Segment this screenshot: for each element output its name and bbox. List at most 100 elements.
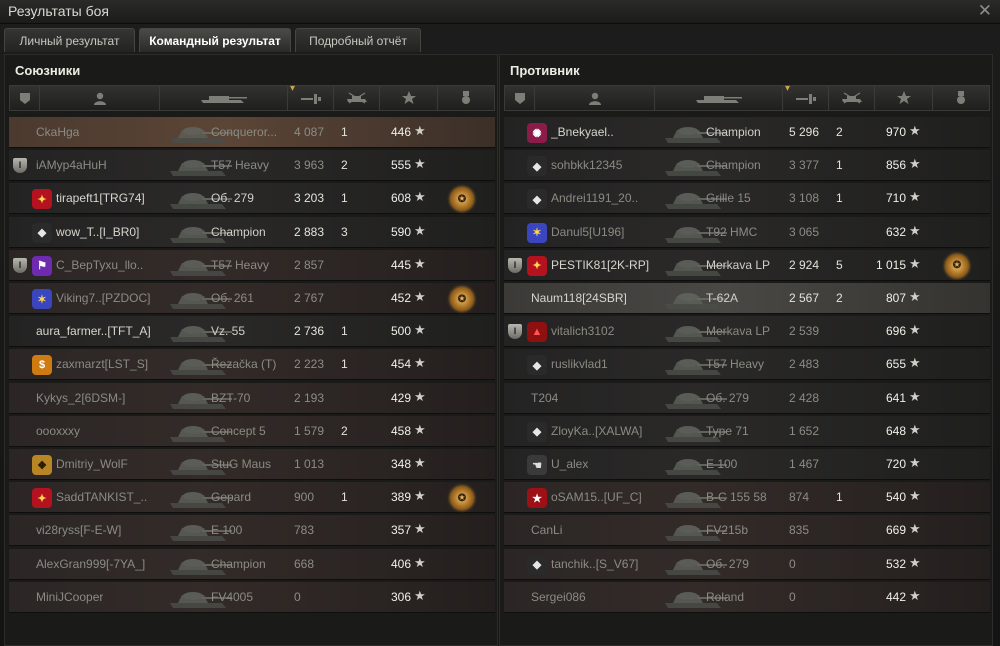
player-row[interactable]: I ✦ PESTIK81[2K-RP] Merkava LP 2 924 5 1 015 ★ ✪ [504, 249, 990, 281]
xp-value: 357 [390, 523, 411, 538]
damage-value: 1 013 [294, 457, 325, 471]
player-row[interactable]: aura_farmer..[TFT_A] Vz. 55 2 736 1 500 ★ [9, 316, 495, 348]
player-row[interactable]: ✦ tirapeft1[TRG74] Об. 279 3 203 1 608 ★ ✪ [9, 183, 495, 215]
xp-column-icon[interactable] [380, 86, 438, 110]
player-name: AlexGran999[-7YA_] [36, 556, 146, 571]
xp-value: 608 [390, 191, 411, 206]
player-row[interactable]: ☚ U_alex E 100 1 467 720 ★ [504, 449, 990, 480]
medal-column-icon[interactable] [438, 86, 494, 110]
xp-value: 532 [885, 556, 906, 571]
vehicle-name: Roland [706, 589, 745, 604]
player-row[interactable]: ◆ ruslikvlad1 T57 Heavy 2 483 655 ★ [504, 349, 990, 381]
star-icon: ★ [909, 189, 921, 205]
damage-value: 2 428 [789, 390, 820, 405]
player-name: CanLi [531, 523, 563, 538]
player-name: Danul5[U196] [551, 224, 625, 239]
player-row[interactable]: ✺ _Bnekyael.. Champion 5 296 2 970 ★ [504, 117, 990, 148]
player-row[interactable]: ❖ Dmitriy_WolF StuG Maus 1 013 348 ★ [9, 449, 495, 480]
vehicle-column-icon[interactable] [160, 86, 288, 110]
star-icon: ★ [414, 421, 426, 437]
clan-emblem-hand-icon: ☚ [527, 455, 547, 475]
tab-team-result[interactable]: Командный результат [139, 28, 291, 52]
player-row[interactable]: ◆ wow_T..[I_BR0] Champion 2 883 3 590 ★ [9, 216, 495, 248]
player-row[interactable]: ✶ Viking7..[PZDOC] Об. 261 2 767 452 ★ ✪ [9, 283, 495, 314]
player-row[interactable]: Naum118[24SBR] T-62A 2 567 2 807 ★ [504, 283, 990, 314]
player-name: iAMyp4aHuH [36, 158, 107, 173]
player-row[interactable]: AlexGran999[-7YA_] Champion 668 406 ★ [9, 548, 495, 580]
star-icon: ★ [909, 488, 921, 504]
player-row[interactable]: ✶ Danul5[U196] T92 HMC 3 065 632 ★ [504, 216, 990, 248]
player-row[interactable]: T204 Об. 279 2 428 641 ★ [504, 382, 990, 414]
close-icon[interactable]: ✕ [978, 1, 992, 21]
player-row[interactable]: I ▲ vitalich3102 Merkava LP 2 539 696 ★ [504, 316, 990, 348]
player-column-icon[interactable] [535, 86, 655, 110]
medal-icon[interactable]: ✪ [450, 287, 474, 311]
tab-personal-result[interactable]: Личный результат [4, 28, 135, 52]
player-row[interactable]: CanLi FV215b 835 669 ★ [504, 515, 990, 547]
player-row[interactable]: $ zaxmarzt[LST_S] Řezačka (T) 2 223 1 454 ★ [9, 349, 495, 381]
vehicle-name: Grille 15 [706, 191, 751, 206]
damage-value: 0 [789, 556, 796, 571]
player-name: wow_T..[I_BR0] [56, 224, 140, 239]
player-row[interactable]: ✦ SaddTANKIST_.. Gepard 900 1 389 ★ ✪ [9, 482, 495, 514]
badge-column-icon[interactable] [505, 86, 535, 110]
player-row[interactable]: Kykys_2[6DSM-] BZT-70 2 193 429 ★ [9, 382, 495, 414]
xp-value: 429 [390, 390, 411, 405]
star-icon: ★ [414, 189, 426, 205]
clan-emblem-red-icon: ✦ [32, 189, 52, 210]
damage-value: 0 [789, 589, 796, 604]
player-row[interactable]: ★ oSAM15..[UF_C] B-C 155 58 874 1 540 ★ [504, 482, 990, 514]
damage-column-icon[interactable] [783, 83, 829, 110]
xp-value: 348 [390, 457, 411, 471]
tab-detailed-report[interactable]: Подробный отчёт [295, 28, 421, 52]
damage-value: 1 652 [789, 423, 820, 438]
vehicle-name: Merkava LP [706, 324, 771, 339]
xp-column-icon[interactable] [875, 86, 933, 110]
player-name: PESTIK81[2K-RP] [551, 257, 650, 272]
star-icon: ★ [909, 123, 921, 138]
kills-column-icon[interactable] [334, 86, 380, 110]
vehicle-name: FV215b [706, 523, 749, 538]
medal-icon[interactable]: ✪ [450, 486, 474, 511]
star-icon: ★ [909, 388, 921, 404]
medal-column-icon[interactable] [933, 86, 989, 110]
vehicle-name: Об. 279 [706, 556, 749, 571]
damage-value: 2 483 [789, 357, 820, 372]
player-row[interactable]: ◆ ZloyKa..[XALWA] Type 71 1 652 648 ★ [504, 415, 990, 447]
vehicle-name: Concept 5 [211, 423, 266, 438]
clan-emblem-diamond-icon: ◆ [527, 355, 547, 376]
star-icon: ★ [414, 554, 426, 570]
player-row[interactable]: ◆ sohbkk12345 Champion 3 377 1 856 ★ [504, 150, 990, 182]
player-row[interactable]: CkaHga Conqueror... 4 087 1 446 ★ [9, 117, 495, 148]
player-row[interactable]: ◆ Andrei1191_20.. Grille 15 3 108 1 710 ★ [504, 183, 990, 215]
xp-value: 406 [390, 556, 411, 571]
enemies-title: Противник [510, 63, 580, 78]
kills-column-icon[interactable] [829, 86, 875, 110]
clan-emblem-warning-icon: ▲ [527, 322, 547, 343]
player-row[interactable]: oooxxxy Concept 51 579 2 458 ★ [9, 415, 495, 447]
xp-value: 720 [885, 457, 906, 471]
xp-value: 555 [390, 158, 411, 173]
player-row[interactable]: vi28ryss[F-E-W] E 100 783 357 ★ [9, 515, 495, 547]
star-icon: ★ [909, 222, 921, 238]
damage-value: 3 065 [789, 224, 820, 239]
vehicle-column-icon[interactable] [655, 86, 783, 110]
star-icon: ★ [414, 455, 426, 470]
vehicle-name: Type 71 [706, 423, 749, 438]
player-row[interactable]: ◆ tanchik..[S_V67] Об. 279 0 532 ★ [504, 548, 990, 580]
player-row[interactable]: I ⚑ C_BepTyxu_llo.. T57 Heavy 2 857 445 ★ [9, 249, 495, 281]
medal-icon[interactable]: ✪ [945, 253, 969, 278]
medal-icon[interactable]: ✪ [450, 187, 474, 212]
player-column-icon[interactable] [40, 86, 160, 110]
damage-value: 2 857 [294, 257, 325, 272]
xp-value: 696 [885, 324, 906, 339]
xp-value: 306 [390, 589, 411, 604]
player-row[interactable]: IiAMyp4aHuH T57 Heavy 3 963 2 555 ★ [9, 150, 495, 182]
damage-column-icon[interactable] [288, 83, 334, 110]
player-row[interactable]: MiniJCooper FV4005 0 306 ★ [9, 581, 495, 613]
vehicle-name: FV4005 [211, 589, 254, 604]
player-row[interactable]: Sergei086 Roland 0 442 ★ [504, 581, 990, 613]
xp-value: 641 [885, 390, 906, 405]
star-icon: ★ [909, 156, 921, 172]
badge-column-icon[interactable] [10, 86, 40, 110]
